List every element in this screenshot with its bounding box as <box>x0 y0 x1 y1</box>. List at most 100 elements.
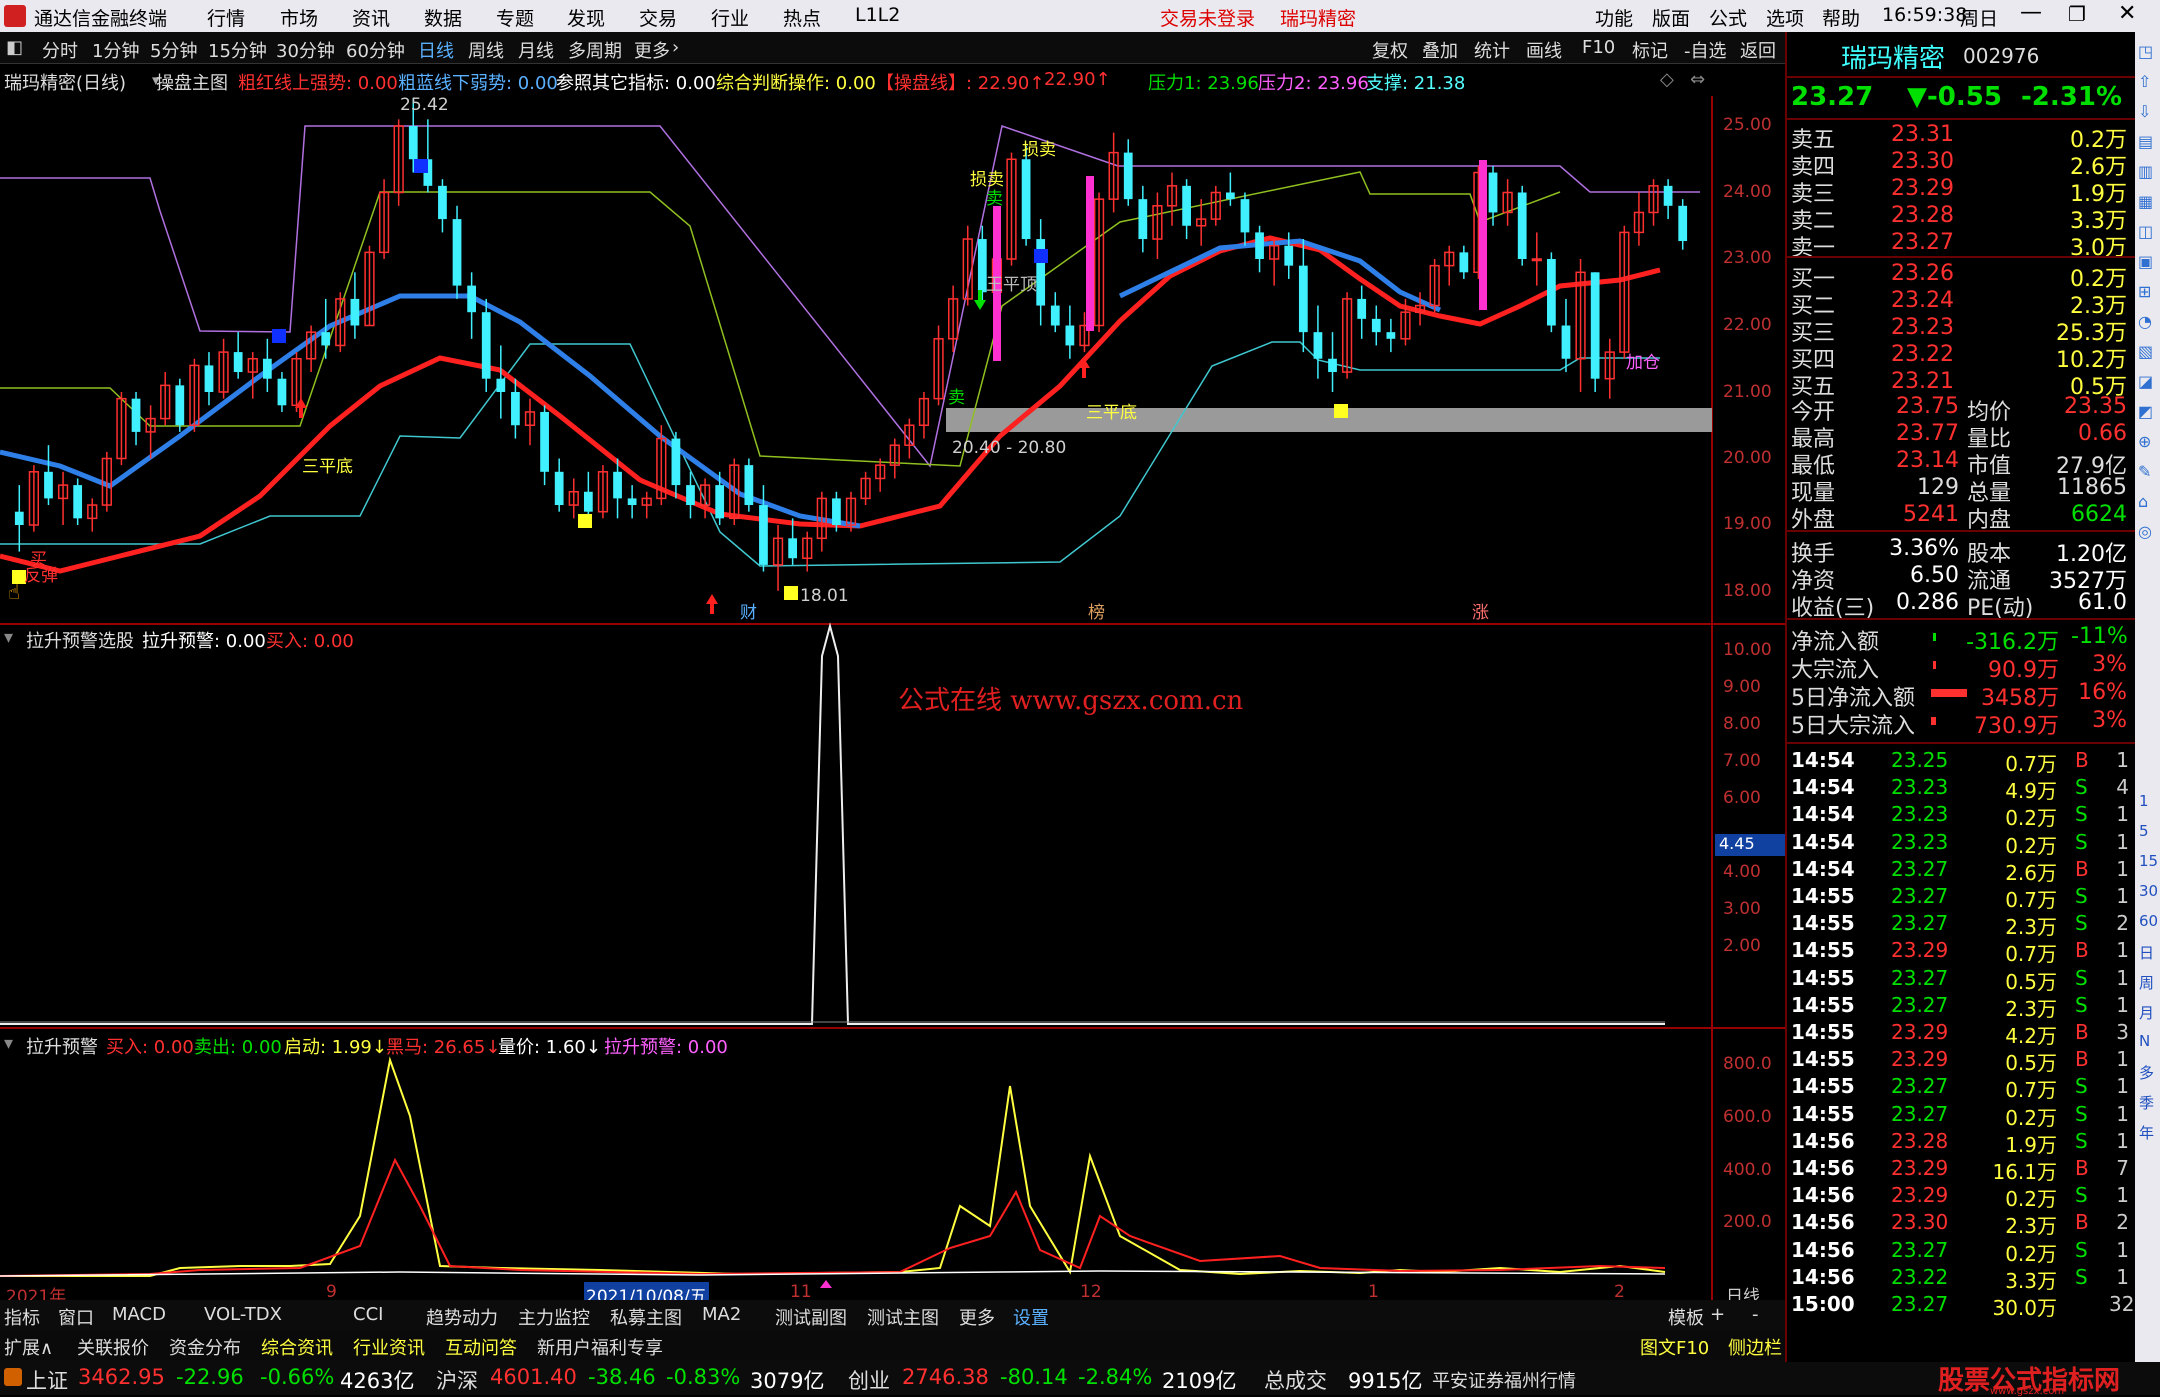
menu-hangqing[interactable]: 行情 <box>207 4 245 31</box>
tick-row-17[interactable]: 14:56 23.30 2.3万 B 2 <box>1791 1210 2131 1238</box>
restore-icon[interactable]: ❐ <box>2068 2 2086 26</box>
menu-shuju[interactable]: 数据 <box>424 4 462 31</box>
period-daily[interactable]: 日线 <box>418 37 454 63</box>
tab-5[interactable]: 趋势动力 <box>426 1304 498 1330</box>
menu-gongshi[interactable]: 公式 <box>1709 4 1747 31</box>
menu-hangye[interactable]: 行业 <box>711 4 749 31</box>
period-1min[interactable]: 1分钟 <box>92 37 139 63</box>
menu-banmian[interactable]: 版面 <box>1652 4 1690 31</box>
trade-status[interactable]: 交易未登录 <box>1160 4 1255 31</box>
side-period-5[interactable]: 日 <box>2139 942 2154 963</box>
period-weekly[interactable]: 周线 <box>468 37 504 63</box>
btn-fuquan[interactable]: 复权 <box>1372 37 1408 63</box>
chevron-right-icon[interactable]: › <box>672 37 679 58</box>
tick-row-9[interactable]: 14:55 23.27 2.3万 S 1 <box>1791 993 2131 1021</box>
tick-row-18[interactable]: 14:56 23.27 0.2万 S 1 <box>1791 1238 2131 1266</box>
side-period-2[interactable]: 15 <box>2139 852 2158 870</box>
side-period-3[interactable]: 30 <box>2139 882 2158 900</box>
side-icon-13[interactable]: ⊕ <box>2138 432 2151 451</box>
btn-zixuan[interactable]: -自选 <box>1684 37 1727 63</box>
tick-row-13[interactable]: 14:55 23.27 0.2万 S 1 <box>1791 1102 2131 1130</box>
side-icon-14[interactable]: ✎ <box>2138 462 2151 481</box>
tick-row-4[interactable]: 14:54 23.27 2.6万 B 1 <box>1791 857 2131 885</box>
info-tab-6[interactable]: 新用户福利专享 <box>537 1334 663 1360</box>
side-period-4[interactable]: 60 <box>2139 912 2158 930</box>
info-tab-2[interactable]: 资金分布 <box>169 1334 241 1360</box>
tick-row-5[interactable]: 14:55 23.27 0.7万 S 1 <box>1791 884 2131 912</box>
side-icon-0[interactable]: ◳ <box>2138 42 2153 61</box>
side-icon-11[interactable]: ◪ <box>2138 372 2153 391</box>
side-icon-16[interactable]: ◎ <box>2138 522 2152 541</box>
tab-12[interactable]: 设置 <box>1013 1304 1049 1330</box>
tick-row-2[interactable]: 14:54 23.23 0.2万 S 1 <box>1791 802 2131 830</box>
tick-row-8[interactable]: 14:55 23.27 0.5万 S 1 <box>1791 966 2131 994</box>
menu-redian[interactable]: 热点 <box>783 4 821 31</box>
btn-fanhui[interactable]: 返回 <box>1740 37 1776 63</box>
minimize-icon[interactable]: — <box>2020 0 2042 25</box>
side-period-7[interactable]: 月 <box>2139 1002 2154 1023</box>
diamond-icon[interactable]: ◇ <box>1660 69 1674 90</box>
idx-hs-name[interactable]: 沪深 <box>436 1365 478 1395</box>
side-icon-1[interactable]: ⇧ <box>2138 72 2151 91</box>
tab-4[interactable]: CCI <box>353 1304 383 1325</box>
info-tab-3[interactable]: 综合资讯 <box>261 1334 333 1360</box>
side-icon-15[interactable]: ⌂ <box>2138 492 2148 511</box>
tab-right-2[interactable]: - <box>1752 1304 1759 1325</box>
tick-row-3[interactable]: 14:54 23.23 0.2万 S 1 <box>1791 830 2131 858</box>
info-tab-4[interactable]: 行业资讯 <box>353 1334 425 1360</box>
side-period-0[interactable]: 1 <box>2139 792 2149 810</box>
tick-row-19[interactable]: 14:56 23.22 3.3万 S 1 <box>1791 1265 2131 1293</box>
tick-row-1[interactable]: 14:54 23.23 4.9万 S 4 <box>1791 775 2131 803</box>
main-price-chart[interactable] <box>0 98 1712 1277</box>
tab-right-0[interactable]: 模板 <box>1668 1304 1704 1330</box>
btn-f10[interactable]: F10 <box>1582 37 1615 58</box>
period-15min[interactable]: 15分钟 <box>208 37 267 63</box>
info-tab-0[interactable]: 扩展∧ <box>4 1334 53 1360</box>
tab-1[interactable]: 窗口 <box>58 1304 94 1330</box>
panel2-chart[interactable] <box>0 622 1665 1025</box>
side-icon-7[interactable]: ▣ <box>2138 252 2153 271</box>
period-monthly[interactable]: 月线 <box>518 37 554 63</box>
info-tab-1[interactable]: 关联报价 <box>77 1334 149 1360</box>
chart-canvas[interactable] <box>0 96 1785 1300</box>
tick-row-14[interactable]: 14:56 23.28 1.9万 S 1 <box>1791 1129 2131 1157</box>
bottom-right-0[interactable]: 图文F10 <box>1640 1334 1709 1360</box>
menu-shichang[interactable]: 市场 <box>280 4 318 31</box>
panel2-name[interactable]: 拉升预警选股 <box>26 627 134 653</box>
info-tab-5[interactable]: 互动问答 <box>445 1334 517 1360</box>
menu-xuanxiang[interactable]: 选项 <box>1766 4 1804 31</box>
side-period-11[interactable]: 年 <box>2139 1122 2154 1143</box>
tab-right-1[interactable]: + <box>1710 1304 1725 1325</box>
idx-cy-name[interactable]: 创业 <box>848 1365 890 1395</box>
side-icon-5[interactable]: ▦ <box>2138 192 2153 211</box>
side-icon-4[interactable]: ▥ <box>2138 162 2153 181</box>
side-period-9[interactable]: 多 <box>2139 1062 2154 1083</box>
side-period-6[interactable]: 周 <box>2139 972 2154 993</box>
side-period-10[interactable]: 季 <box>2139 1092 2154 1113</box>
tick-row-16[interactable]: 14:56 23.29 0.2万 S 1 <box>1791 1183 2131 1211</box>
side-period-1[interactable]: 5 <box>2139 822 2149 840</box>
index-toggle-icon[interactable] <box>4 1368 22 1386</box>
menu-jiaoyi[interactable]: 交易 <box>639 4 677 31</box>
period-5min[interactable]: 5分钟 <box>150 37 197 63</box>
formula-name[interactable]: 操盘主图 <box>156 69 228 95</box>
side-period-8[interactable]: N <box>2139 1032 2150 1050</box>
period-fenshi[interactable]: 分时 <box>42 37 78 63</box>
side-icon-9[interactable]: ◔ <box>2138 312 2152 331</box>
btn-biaoji[interactable]: 标记 <box>1632 37 1668 63</box>
btn-tongji[interactable]: 统计 <box>1474 37 1510 63</box>
tab-2[interactable]: MACD <box>112 1304 166 1325</box>
tick-row-12[interactable]: 14:55 23.27 0.7万 S 1 <box>1791 1074 2131 1102</box>
tab-8[interactable]: MA2 <box>702 1304 741 1325</box>
panel3-name[interactable]: 拉升预警 <box>26 1033 98 1059</box>
dropdown-icon[interactable]: ▾ <box>4 1033 13 1054</box>
tab-3[interactable]: VOL-TDX <box>204 1304 282 1325</box>
tick-list[interactable]: 14:54 23.25 0.7万 B 1 14:54 23.23 4.9万 S 4 14:54 23.… <box>1787 748 2137 1360</box>
side-icon-3[interactable]: ▤ <box>2138 132 2153 151</box>
tab-10[interactable]: 测试主图 <box>867 1304 939 1330</box>
tick-row-10[interactable]: 14:55 23.29 4.2万 B 3 <box>1791 1020 2131 1048</box>
tab-11[interactable]: 更多 <box>959 1304 995 1330</box>
tick-row-6[interactable]: 14:55 23.27 2.3万 S 2 <box>1791 911 2131 939</box>
close-icon[interactable]: ✕ <box>2118 1 2136 26</box>
tab-0[interactable]: 指标 <box>4 1304 40 1330</box>
